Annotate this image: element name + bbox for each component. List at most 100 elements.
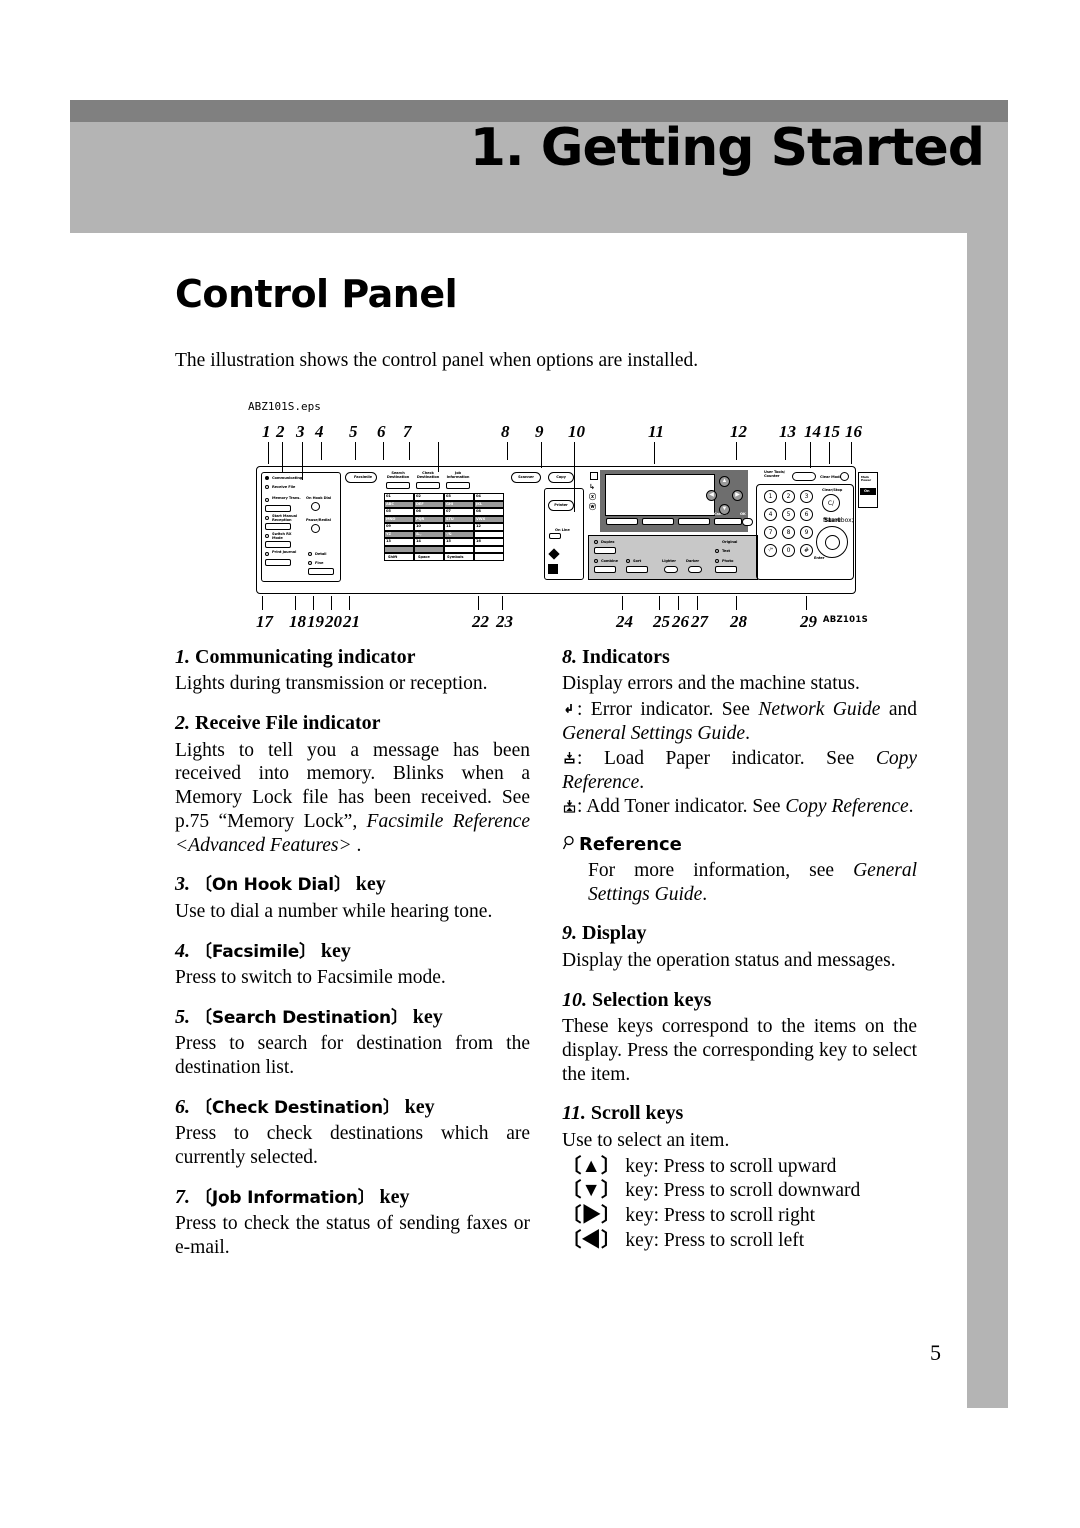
item-2-title: Receive File indicator: [195, 712, 381, 735]
numeric-key-asterisk[interactable]: ⋅/*: [764, 544, 777, 557]
item-1-body: Lights during transmission or reception.: [175, 673, 488, 695]
callout-6: 6: [377, 422, 386, 441]
callout-12: 12: [730, 422, 747, 441]
scroll-up-key-glyph: 〔▲〕: [562, 1155, 621, 1177]
combine-key[interactable]: [594, 566, 616, 573]
numeric-key-7[interactable]: 7: [764, 526, 777, 539]
selection-key-3[interactable]: [678, 518, 710, 525]
numeric-key-hash[interactable]: #: [800, 544, 813, 557]
scroll-right-key[interactable]: ▶: [732, 490, 743, 501]
quick-dial-extra3[interactable]: [444, 546, 474, 553]
item-3-number: 3.: [175, 873, 190, 896]
label-symbols: Symbols: [447, 555, 464, 559]
control-panel-drawing: Communicating Receive File Memory Trans.…: [248, 460, 878, 600]
quick-dial-extra1[interactable]: [384, 546, 414, 553]
item-7-body: Press to check the status of sending fax…: [175, 1213, 530, 1258]
lighter-key[interactable]: [664, 566, 678, 573]
numeric-key-0[interactable]: 0: [782, 544, 795, 557]
page-number: 5: [930, 1340, 941, 1365]
darker-key[interactable]: [688, 566, 702, 573]
sort-key[interactable]: [626, 566, 648, 573]
load-paper-indicator-post: .: [639, 771, 645, 793]
numeric-key-8[interactable]: 8: [782, 526, 795, 539]
load-paper-indicator-icon: [562, 751, 577, 766]
scroll-down-key-glyph: 〔▼〕: [562, 1180, 621, 1202]
item-3-suffix: key: [355, 873, 386, 896]
numeric-key-1[interactable]: 1: [764, 490, 777, 503]
job-information-key[interactable]: [446, 482, 470, 489]
callout-2: 2: [276, 422, 285, 441]
item-2-heading: 2. Receive File indicator: [175, 711, 530, 735]
numeric-key-6[interactable]: 6: [800, 508, 813, 521]
numeric-key-3[interactable]: 3: [800, 490, 813, 503]
check-destination-key[interactable]: [416, 482, 440, 489]
item-7-key-name: 〔Job Information〕: [195, 1187, 375, 1208]
callout-18: 18: [289, 612, 306, 631]
numeric-key-4[interactable]: 4: [764, 508, 777, 521]
quick-dial-extra4[interactable]: [474, 546, 504, 553]
error-indicator-ref2: General Settings Guide: [562, 722, 746, 744]
callout-10: 10: [568, 422, 585, 441]
item-4-number: 4.: [175, 939, 190, 962]
reference-block: Reference For more information, see Gene…: [562, 833, 917, 906]
item-3-key-name: 〔On Hook Dial〕: [195, 875, 351, 896]
sort-indicator-icon: [626, 559, 630, 563]
callout-3: 3: [296, 422, 305, 441]
magnifier-icon: [562, 835, 579, 852]
callout-26: 26: [672, 612, 689, 631]
callout-5: 5: [349, 422, 358, 441]
callout-21: 21: [343, 612, 360, 631]
search-destination-key[interactable]: [386, 482, 410, 489]
item-7-heading: 7. 〔Job Information〕 key: [175, 1185, 530, 1209]
item-8-number: 8.: [562, 646, 577, 668]
numeric-key-2[interactable]: 2: [782, 490, 795, 503]
scroll-up-text: key: Press to scroll upward: [625, 1155, 837, 1177]
scroll-left-key-glyph: 〔◀〕: [562, 1229, 621, 1251]
scroll-left-key[interactable]: ◀: [706, 490, 717, 501]
original-type-key[interactable]: [715, 566, 737, 573]
callout-4: 4: [315, 422, 324, 441]
label-start: Start: [824, 517, 841, 524]
scroll-right-text: key: Press to scroll right: [625, 1205, 815, 1227]
scroll-down-key[interactable]: ▼: [719, 504, 730, 515]
scroll-up-key[interactable]: ▲: [719, 476, 730, 487]
item-5-heading: 5. 〔Search Destination〕 key: [175, 1005, 530, 1029]
duplex-key[interactable]: [594, 547, 616, 554]
user-tools-counter-key[interactable]: [792, 472, 816, 481]
numeric-key-5[interactable]: 5: [782, 508, 795, 521]
callout-15: 15: [823, 422, 840, 441]
callout-17: 17: [256, 612, 273, 631]
item-11-title: Scroll keys: [590, 1102, 684, 1125]
callout-8: 8: [501, 422, 510, 441]
cancel-key[interactable]: [714, 518, 742, 525]
item-8-title: Indicators: [582, 646, 670, 668]
callout-1: 1: [262, 422, 271, 441]
numeric-key-9[interactable]: 9: [800, 526, 813, 539]
label-on-switch: On: [864, 489, 870, 493]
selection-key-1[interactable]: [606, 518, 638, 525]
figure-eps-label: ABZ101S.eps: [248, 400, 321, 413]
callout-14: 14: [804, 422, 821, 441]
on-line-key[interactable]: [549, 533, 561, 539]
add-toner-indicator-icon: [562, 799, 577, 814]
item-10-body: These keys correspond to the items on th…: [562, 1015, 917, 1085]
clear-stop-key[interactable]: C/ framebox;: [822, 494, 854, 524]
ok-key[interactable]: [742, 518, 753, 526]
error-indicator-post: .: [745, 722, 750, 744]
label-clear-stop: Clear/Stop: [822, 488, 843, 492]
selection-key-2[interactable]: [642, 518, 674, 525]
clear-modes-key[interactable]: [840, 472, 849, 481]
control-panel-figure: ABZ101S.eps ABZ101S 1 2 3 4 5 6 7 8 9 10…: [248, 400, 878, 640]
quick-dial-extra2[interactable]: [414, 546, 444, 553]
item-10-number: 10.: [562, 988, 587, 1011]
item-9-body: Display the operation status and message…: [562, 949, 896, 971]
item-4-heading: 4. 〔Facsimile〕 key: [175, 939, 530, 963]
symbols-blank-key[interactable]: [474, 553, 504, 561]
quick-dial-blank[interactable]: [474, 531, 504, 538]
label-darker: Darker: [686, 559, 700, 563]
start-key-inner: [825, 535, 840, 550]
callout-7: 7: [403, 422, 412, 441]
load-paper-indicator-line: : Load Paper indicator. See Copy Referen…: [562, 747, 917, 795]
item-3-heading: 3. 〔On Hook Dial〕 key: [175, 872, 530, 896]
description-column-right: 8. Indicators Display errors and the mac…: [562, 645, 917, 1254]
